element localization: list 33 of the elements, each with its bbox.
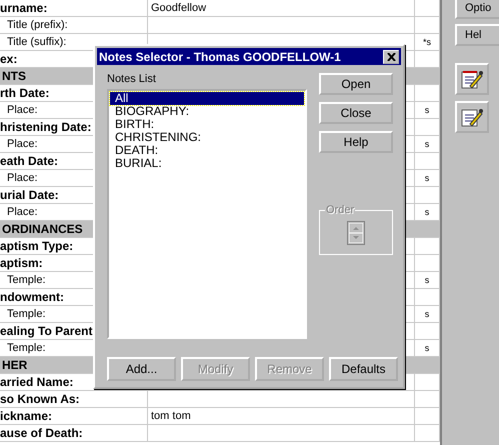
- source-flag: s: [415, 170, 440, 186]
- list-item[interactable]: All: [110, 92, 304, 105]
- field-value[interactable]: Goodfellow: [148, 0, 415, 16]
- group-label: Order: [325, 204, 356, 216]
- field-label: Title (prefix):: [0, 17, 148, 33]
- list-label: Notes List: [107, 73, 157, 86]
- spinner-icon[interactable]: [347, 220, 365, 244]
- field-value[interactable]: tom tom: [148, 408, 415, 424]
- side-button[interactable]: Optio: [455, 0, 499, 19]
- source-flag: s: [415, 136, 440, 152]
- section-title: NTS: [2, 69, 26, 83]
- source-flag: s: [415, 340, 440, 356]
- dialog-button[interactable]: Help: [319, 131, 393, 153]
- field-label: ickname:: [0, 408, 148, 424]
- dialog-button[interactable]: Open: [319, 73, 393, 95]
- dialog-button[interactable]: Add...: [107, 357, 176, 381]
- source-flag: s: [415, 306, 440, 322]
- source-flag: s: [415, 204, 440, 220]
- section-title: HER: [2, 358, 28, 372]
- section-title: ORDINANCES: [2, 222, 83, 236]
- dialog-button[interactable]: Defaults: [329, 357, 398, 381]
- close-icon[interactable]: [383, 50, 399, 64]
- notes-list[interactable]: All BIOGRAPHY: BIRTH: CHRISTENING: DEATH: BURIAL:: [107, 89, 307, 339]
- field-label: ause of Death:: [0, 425, 148, 441]
- field-label: urname:: [0, 0, 148, 16]
- source-flag: s: [415, 102, 440, 118]
- field-label: so Known As:: [0, 391, 148, 407]
- notepad-pencil-icon[interactable]: [455, 63, 489, 95]
- side-button[interactable]: Hel: [455, 24, 499, 46]
- source-flag: *s: [415, 34, 440, 50]
- note-pencil-icon[interactable]: [455, 101, 489, 133]
- dialog-button[interactable]: Close: [319, 102, 393, 124]
- source-flag: s: [415, 272, 440, 288]
